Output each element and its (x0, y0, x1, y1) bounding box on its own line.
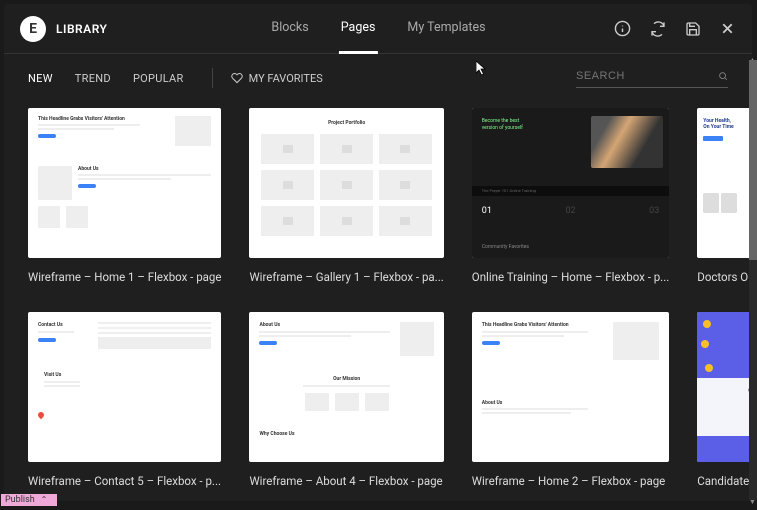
search-wrap (576, 69, 728, 88)
scrollbar-thumb[interactable] (749, 60, 757, 260)
my-favorites-button[interactable]: MY FAVORITES (231, 72, 323, 85)
template-thumbnail: About Us Our Mission Why Choose Us (249, 312, 443, 462)
template-card[interactable]: This Headline Grabs Visitors' Attention … (28, 108, 221, 284)
tab-pages[interactable]: Pages (339, 4, 378, 54)
info-icon[interactable] (614, 20, 631, 37)
favorites-label: MY FAVORITES (249, 72, 323, 85)
filter-popular[interactable]: POPULAR (133, 72, 184, 85)
main-tabs: Blocks Pages My Templates (269, 4, 487, 54)
chevron-up-icon: ⌃ (41, 495, 48, 504)
template-thumbnail: Plans For Every Team Can't Decide Which … (697, 312, 752, 462)
elementor-logo: E (20, 16, 46, 42)
template-title: Wireframe – Home 2 – Flexbox - page (472, 474, 670, 488)
divider (212, 68, 213, 88)
template-card[interactable]: This Headline Grabs Visitors' Attention … (472, 312, 670, 488)
template-card[interactable]: Project Portfolio Wireframe – Gallery 1 … (249, 108, 443, 284)
template-grid: This Headline Grabs Visitors' Attention … (28, 108, 728, 488)
save-icon[interactable] (684, 20, 701, 37)
template-grid-scroll[interactable]: This Headline Grabs Visitors' Attention … (4, 102, 752, 501)
library-modal: E LIBRARY Blocks Pages My Templates NEW (4, 4, 752, 501)
template-card[interactable]: Plans For Every Team Can't Decide Which … (697, 312, 752, 488)
template-card[interactable]: Become the best version of yourself The … (472, 108, 670, 284)
template-title: Wireframe – Home 1 – Flexbox - page (28, 270, 221, 284)
library-title: LIBRARY (56, 22, 107, 36)
filter-tabs: NEW TREND POPULAR (28, 68, 213, 88)
template-title: Wireframe – About 4 – Flexbox - page (249, 474, 443, 488)
template-title: Wireframe – Contact 5 – Flexbox - p... (28, 474, 221, 488)
template-thumbnail: Project Portfolio (249, 108, 443, 258)
publish-badge[interactable]: Publish⌃ (1, 494, 57, 506)
template-card[interactable]: Your Health,On Your Time GoodbyeWaiting … (697, 108, 752, 284)
tab-blocks[interactable]: Blocks (269, 4, 310, 54)
template-thumbnail: Become the best version of yourself The … (472, 108, 670, 258)
template-title: Doctors Online Consultation – Flexb... (697, 270, 752, 284)
template-card[interactable]: Contact Us Visit Us Wireframe – Contact … (28, 312, 221, 488)
template-thumbnail: Your Health,On Your Time GoodbyeWaiting … (697, 108, 752, 258)
tab-my-templates[interactable]: My Templates (405, 4, 487, 54)
modal-header: E LIBRARY Blocks Pages My Templates (4, 4, 752, 54)
close-icon[interactable] (719, 20, 736, 37)
template-title: Candidate Recruitment Platform - pa... (697, 474, 752, 488)
heart-icon (231, 72, 243, 84)
toolbar: NEW TREND POPULAR MY FAVORITES (4, 54, 752, 102)
template-thumbnail: This Headline Grabs Visitors' Attention … (28, 108, 221, 258)
search-input[interactable] (576, 70, 718, 82)
template-thumbnail: Contact Us Visit Us (28, 312, 221, 462)
scroll-arrow-down-icon[interactable]: ▼ (748, 497, 757, 506)
search-icon[interactable] (718, 69, 728, 83)
template-title: Wireframe – Gallery 1 – Flexbox - pa... (249, 270, 443, 284)
scrollbar[interactable] (749, 60, 757, 500)
template-title: Online Training – Home – Flexbox - p... (472, 270, 670, 284)
logo-wrap: E LIBRARY (20, 16, 107, 42)
header-actions (614, 20, 736, 37)
filter-new[interactable]: NEW (28, 72, 53, 85)
filter-trend[interactable]: TREND (75, 72, 111, 85)
template-thumbnail: This Headline Grabs Visitors' Attention … (472, 312, 670, 462)
template-card[interactable]: About Us Our Mission Why Choose Us Wiref… (249, 312, 443, 488)
refresh-icon[interactable] (649, 20, 666, 37)
